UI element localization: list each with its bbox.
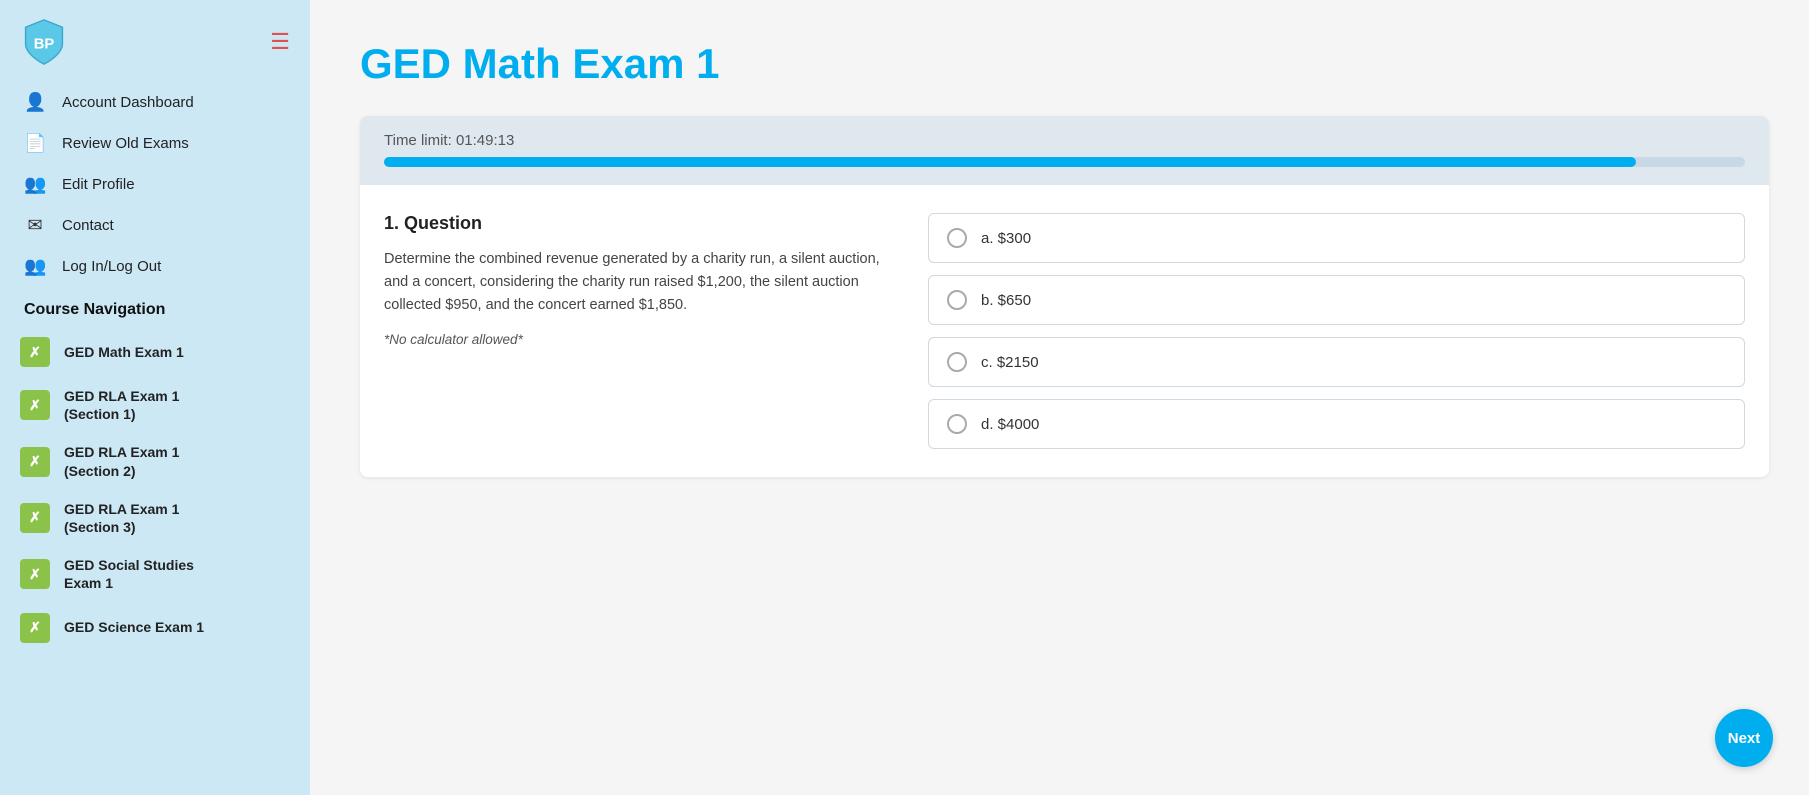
course-nav-item-ged-rla-1-s2[interactable]: ✗ GED RLA Exam 1(Section 2)	[0, 433, 310, 489]
course-icon: ✗	[20, 447, 50, 477]
logo-shield: BP	[20, 18, 68, 66]
sidebar-item-review-old-exams[interactable]: 📄 Review Old Exams	[0, 123, 310, 164]
course-icon: ✗	[20, 390, 50, 420]
course-name: GED Social StudiesExam 1	[64, 556, 194, 592]
course-icon: ✗	[20, 337, 50, 367]
answer-option-c[interactable]: c. $2150	[928, 337, 1745, 387]
no-calculator-note: *No calculator allowed*	[384, 332, 904, 347]
answer-option-b[interactable]: b. $650	[928, 275, 1745, 325]
progress-bar-fill	[384, 157, 1636, 167]
course-nav-heading: Course Navigation	[0, 287, 310, 327]
mail-icon: ✉	[24, 215, 46, 236]
sidebar: BP ☰ 👤 Account Dashboard 📄 Review Old Ex…	[0, 0, 310, 795]
answer-label-d: d. $4000	[981, 416, 1039, 433]
next-button[interactable]: Next	[1715, 709, 1773, 767]
hamburger-icon[interactable]: ☰	[270, 29, 290, 55]
answer-option-a[interactable]: a. $300	[928, 213, 1745, 263]
course-name: GED Science Exam 1	[64, 618, 204, 636]
radio-a[interactable]	[947, 228, 967, 248]
course-nav-item-ged-rla-1-s1[interactable]: ✗ GED RLA Exam 1(Section 1)	[0, 377, 310, 433]
login-icon: 👥	[24, 256, 46, 277]
sidebar-item-edit-profile[interactable]: 👥 Edit Profile	[0, 164, 310, 205]
account-icon: 👤	[24, 92, 46, 113]
course-nav-items: ✗ GED Math Exam 1 ✗ GED RLA Exam 1(Secti…	[0, 327, 310, 653]
sidebar-item-label: Review Old Exams	[62, 135, 189, 152]
question-left: 1. Question Determine the combined reven…	[384, 213, 904, 449]
progress-bar-bg	[384, 157, 1745, 167]
course-name: GED RLA Exam 1(Section 1)	[64, 387, 179, 423]
sidebar-nav: 👤 Account Dashboard 📄 Review Old Exams 👥…	[0, 76, 310, 287]
timer-text: Time limit: 01:49:13	[384, 132, 1745, 149]
svg-text:BP: BP	[34, 36, 55, 52]
edit-profile-icon: 👥	[24, 174, 46, 195]
course-nav-item-ged-science[interactable]: ✗ GED Science Exam 1	[0, 603, 310, 653]
answer-label-a: a. $300	[981, 230, 1031, 247]
radio-c[interactable]	[947, 352, 967, 372]
sidebar-item-label: Account Dashboard	[62, 94, 194, 111]
course-name: GED Math Exam 1	[64, 343, 184, 361]
sidebar-header: BP ☰	[0, 0, 310, 76]
sidebar-item-account-dashboard[interactable]: 👤 Account Dashboard	[0, 82, 310, 123]
question-section: 1. Question Determine the combined reven…	[360, 185, 1769, 477]
document-icon: 📄	[24, 133, 46, 154]
main-content: GED Math Exam 1 Time limit: 01:49:13 1. …	[310, 0, 1809, 795]
exam-card: Time limit: 01:49:13 1. Question Determi…	[360, 116, 1769, 477]
question-body: Determine the combined revenue generated…	[384, 248, 904, 318]
question-right: a. $300 b. $650 c. $2150 d. $4000	[928, 213, 1745, 449]
course-nav-item-ged-math-1[interactable]: ✗ GED Math Exam 1	[0, 327, 310, 377]
course-name: GED RLA Exam 1(Section 2)	[64, 443, 179, 479]
sidebar-item-label: Contact	[62, 217, 114, 234]
course-icon: ✗	[20, 559, 50, 589]
course-name: GED RLA Exam 1(Section 3)	[64, 500, 179, 536]
answer-option-d[interactable]: d. $4000	[928, 399, 1745, 449]
sidebar-item-label: Log In/Log Out	[62, 258, 161, 275]
course-nav-item-ged-rla-1-s3[interactable]: ✗ GED RLA Exam 1(Section 3)	[0, 490, 310, 546]
answer-label-b: b. $650	[981, 292, 1031, 309]
page-title: GED Math Exam 1	[360, 40, 1769, 88]
question-heading: 1. Question	[384, 213, 904, 234]
sidebar-item-label: Edit Profile	[62, 176, 135, 193]
answer-label-c: c. $2150	[981, 354, 1039, 371]
radio-d[interactable]	[947, 414, 967, 434]
timer-bar-container: Time limit: 01:49:13	[360, 116, 1769, 185]
course-icon: ✗	[20, 613, 50, 643]
sidebar-item-login-logout[interactable]: 👥 Log In/Log Out	[0, 246, 310, 287]
course-icon: ✗	[20, 503, 50, 533]
course-nav-item-ged-social-studies[interactable]: ✗ GED Social StudiesExam 1	[0, 546, 310, 602]
sidebar-item-contact[interactable]: ✉ Contact	[0, 205, 310, 246]
radio-b[interactable]	[947, 290, 967, 310]
